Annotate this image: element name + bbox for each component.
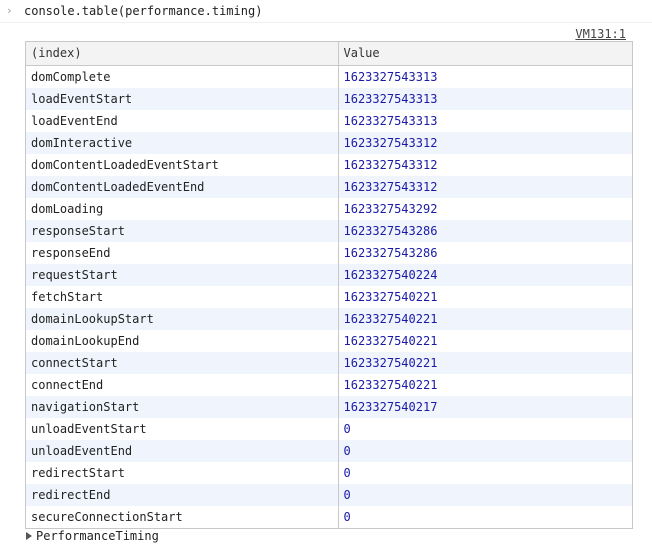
console-command-text: console.table(performance.timing) (24, 4, 263, 18)
source-link[interactable]: VM131:1 (575, 27, 626, 41)
table-row: unloadEventStart 0 (26, 417, 632, 440)
table-row: loadEventEnd 1623327543313 (26, 109, 632, 132)
row-index-cell: loadEventEnd (26, 109, 339, 132)
chevron-right-icon: › (6, 4, 13, 17)
row-index-cell: unloadEventStart (26, 417, 339, 440)
table-row: connectEnd 1623327540221 (26, 373, 632, 396)
table-row: domComplete 1623327543313 (26, 65, 632, 88)
row-index-cell: connectEnd (26, 373, 339, 396)
table-row: requestStart 1623327540224 (26, 263, 632, 286)
row-value-cell: 0 (343, 421, 351, 436)
table-row: fetchStart 1623327540221 (26, 285, 632, 308)
row-value-cell: 1623327543313 (338, 87, 632, 110)
console-command-line: › console.table(performance.timing) (0, 0, 652, 23)
row-index-cell: redirectStart (26, 461, 339, 484)
row-value-cell: 1623327543313 (343, 69, 438, 84)
table-row: domInteractive 1623327543312 (26, 131, 632, 154)
row-value-cell: 0 (343, 509, 351, 524)
row-value-cell: 1623327543312 (338, 175, 632, 198)
table-row: domainLookupStart 1623327540221 (26, 307, 632, 330)
row-index-cell: responseEnd (26, 241, 339, 264)
table-row: domContentLoadedEventEnd 1623327543312 (26, 175, 632, 198)
table-row: connectStart 1623327540221 (26, 351, 632, 374)
table-row: domainLookupEnd 1623327540221 (26, 329, 632, 352)
object-label: PerformanceTiming (36, 529, 159, 543)
row-value-cell: 1623327540221 (338, 351, 632, 374)
next-console-line (24, 549, 84, 555)
row-value-cell: 1623327540217 (338, 395, 632, 418)
table-row: navigationStart 1623327540217 (26, 395, 632, 418)
table-row: domContentLoadedEventStart 1623327543312 (26, 153, 632, 176)
row-index-cell: domLoading (26, 197, 339, 220)
row-index-cell: requestStart (26, 263, 339, 286)
row-value-cell: 1623327543292 (343, 201, 438, 216)
row-value-cell: 0 (338, 483, 632, 506)
row-value-cell: 1623327540224 (338, 263, 632, 286)
row-index-cell: unloadEventEnd (26, 439, 339, 462)
row-index-cell: redirectEnd (26, 483, 339, 506)
row-value-cell: 0 (338, 439, 632, 462)
table-row: unloadEventEnd 0 (26, 439, 632, 462)
row-index-cell: domInteractive (26, 131, 339, 154)
performance-timing-object[interactable]: PerformanceTiming (0, 528, 652, 546)
row-value-cell: 1623327543312 (343, 157, 438, 172)
table-body: domComplete 1623327543313 loadEventStart 16… (26, 65, 632, 528)
table-row: secureConnectionStart 0 (26, 505, 632, 528)
row-value-cell: 1623327540221 (343, 377, 438, 392)
row-index-cell: responseStart (26, 219, 339, 242)
table-header-row: (index) Value (26, 42, 632, 66)
row-index-cell: connectStart (26, 351, 339, 374)
row-index-cell: domainLookupStart (26, 307, 339, 330)
triangle-right-icon[interactable] (26, 532, 32, 540)
table-row: redirectStart 0 (26, 461, 632, 484)
row-value-cell: 1623327543312 (338, 131, 632, 154)
row-index-cell: domContentLoadedEventStart (26, 153, 339, 176)
table-row: domLoading 1623327543292 (26, 197, 632, 220)
row-value-cell: 0 (343, 465, 351, 480)
row-value-cell: 1623327540221 (338, 307, 632, 330)
console-table: (index) Value domComplete 1623327543313 lo… (25, 41, 633, 529)
row-index-cell: domainLookupEnd (26, 329, 339, 352)
row-index-cell: navigationStart (26, 395, 339, 418)
row-index-cell: domComplete (26, 65, 339, 88)
row-value-cell: 1623327540221 (343, 333, 438, 348)
column-header-index[interactable]: (index) (26, 42, 339, 66)
row-value-cell: 1623327540221 (343, 289, 438, 304)
table-row: redirectEnd 0 (26, 483, 632, 506)
row-index-cell: secureConnectionStart (26, 505, 339, 528)
table-row: loadEventStart 1623327543313 (26, 87, 632, 110)
row-value-cell: 1623327543286 (338, 219, 632, 242)
table-row: responseStart 1623327543286 (26, 219, 632, 242)
table-row: responseEnd 1623327543286 (26, 241, 632, 264)
row-value-cell: 1623327543313 (343, 113, 438, 128)
row-index-cell: fetchStart (26, 285, 339, 308)
row-index-cell: domContentLoadedEventEnd (26, 175, 339, 198)
row-index-cell: loadEventStart (26, 87, 339, 110)
row-value-cell: 1623327543286 (343, 245, 438, 260)
column-header-value[interactable]: Value (338, 42, 632, 66)
